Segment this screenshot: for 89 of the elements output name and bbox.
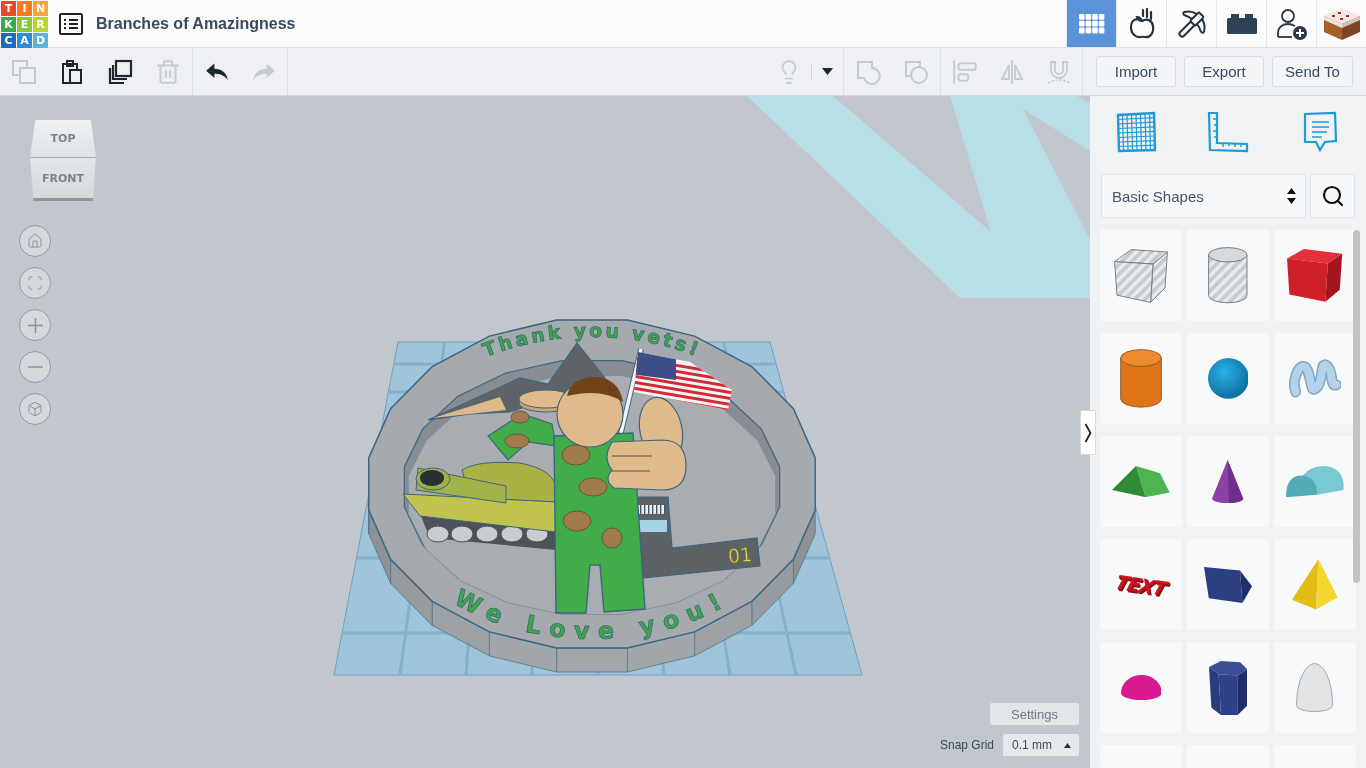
search-icon [1320,184,1345,208]
prism-icon [1204,566,1252,603]
shape-category-dropdown[interactable]: Basic Shapes [1101,174,1306,218]
caret-up-icon [1064,742,1071,748]
shape-tile[interactable] [1100,333,1182,424]
brick-icon [1226,13,1257,34]
logo-letter: I [17,1,32,16]
shape-tile[interactable] [1274,642,1356,733]
add-user-icon [1275,7,1308,40]
shape-tile[interactable] [1187,539,1269,630]
ruler-button[interactable] [1206,111,1250,153]
notes-button[interactable] [1302,111,1338,153]
shape-tile[interactable]: TEXT [1100,539,1182,630]
list-icon [59,12,83,35]
zoom-in-button[interactable] [19,309,51,341]
shape-tile[interactable] [1187,333,1269,424]
workplane-grid-icon [1115,111,1157,153]
magnet-icon [1045,58,1072,85]
cake-avatar-icon [1321,7,1362,40]
workplane-button[interactable] [1115,111,1157,153]
logo-letter: A [17,33,32,48]
logo-letter: E [17,17,32,32]
zoom-out-button[interactable] [19,351,51,383]
action-button[interactable]: Import [1096,56,1176,87]
caret-down-icon [822,68,833,75]
paraboloid-icon [1296,662,1334,713]
up-down-caret-icon [1287,188,1296,204]
striped-cylinder-icon [1208,247,1248,304]
shape-tile[interactable] [1100,436,1182,527]
chevron-right-icon [1084,422,1092,443]
action-button[interactable]: Send To [1272,56,1353,87]
shape-tile[interactable] [1187,436,1269,527]
striped-cube-icon [1114,248,1168,303]
group-icon [855,58,881,85]
trash-icon [155,58,181,85]
fit-view-icon [27,275,43,291]
home-icon [27,233,43,249]
hexagonal-prism-icon [1208,660,1248,715]
half-cylinder-icon [1286,465,1344,498]
undo-icon [205,63,228,80]
shape-tile[interactable] [1100,230,1182,321]
search-button[interactable] [1310,174,1355,218]
action-button[interactable]: Export [1184,56,1264,87]
logo-letter: N [33,1,48,16]
apple-icon [1127,7,1156,40]
logo-letter: R [33,17,48,32]
cone-icon [1212,459,1244,504]
ungroup-icon [903,58,929,85]
fit-view-button[interactable] [19,267,51,299]
duplicate-icon [107,58,133,85]
collapse-panel-button[interactable] [1080,410,1096,455]
squiggle-icon [1288,359,1342,398]
shape-tile[interactable] [1187,642,1269,733]
clipboard-icon [59,58,85,85]
snap-grid-label: Snap Grid [939,738,994,752]
ruler-icon [1206,111,1250,153]
shape-tile[interactable] [1274,539,1356,630]
wedge-roof-icon [1112,465,1170,498]
perspective-button[interactable] [19,393,51,425]
minus-icon [27,366,43,368]
snap-grid-dropdown[interactable]: 0.1 mm [1003,734,1079,756]
align-icon [951,58,978,85]
hull-number: 01 [726,542,754,568]
settings-button[interactable]: Settings [990,703,1079,725]
logo-letter: C [1,33,16,48]
logo-letter: D [33,33,48,48]
cylinder-icon [1120,349,1162,408]
plus-icon [27,317,43,333]
home-view-button[interactable] [19,225,51,257]
shape-tile[interactable] [1274,230,1356,321]
copy-icon [11,58,37,85]
logo-letter: K [1,17,16,32]
pyramid-icon [1292,559,1338,610]
note-bubble-icon [1302,111,1338,153]
shape-tile[interactable] [1187,230,1269,321]
grid-icon [1078,13,1105,34]
coin-top-text: Thank you vets! [479,318,705,361]
logo-letter: T [1,1,16,16]
scrollbar-thumb[interactable] [1353,230,1360,583]
shape-tile[interactable] [1274,436,1356,527]
cube-icon [27,401,43,417]
mirror-icon [998,58,1025,85]
shape-tile[interactable] [1100,642,1182,733]
redo-icon [252,63,275,80]
design-title: Branches of Amazingness [96,14,296,33]
sphere-icon [1207,358,1249,399]
shape-tile[interactable] [1274,333,1356,424]
cube-icon [1287,249,1343,302]
pickaxe-icon [1176,8,1207,39]
